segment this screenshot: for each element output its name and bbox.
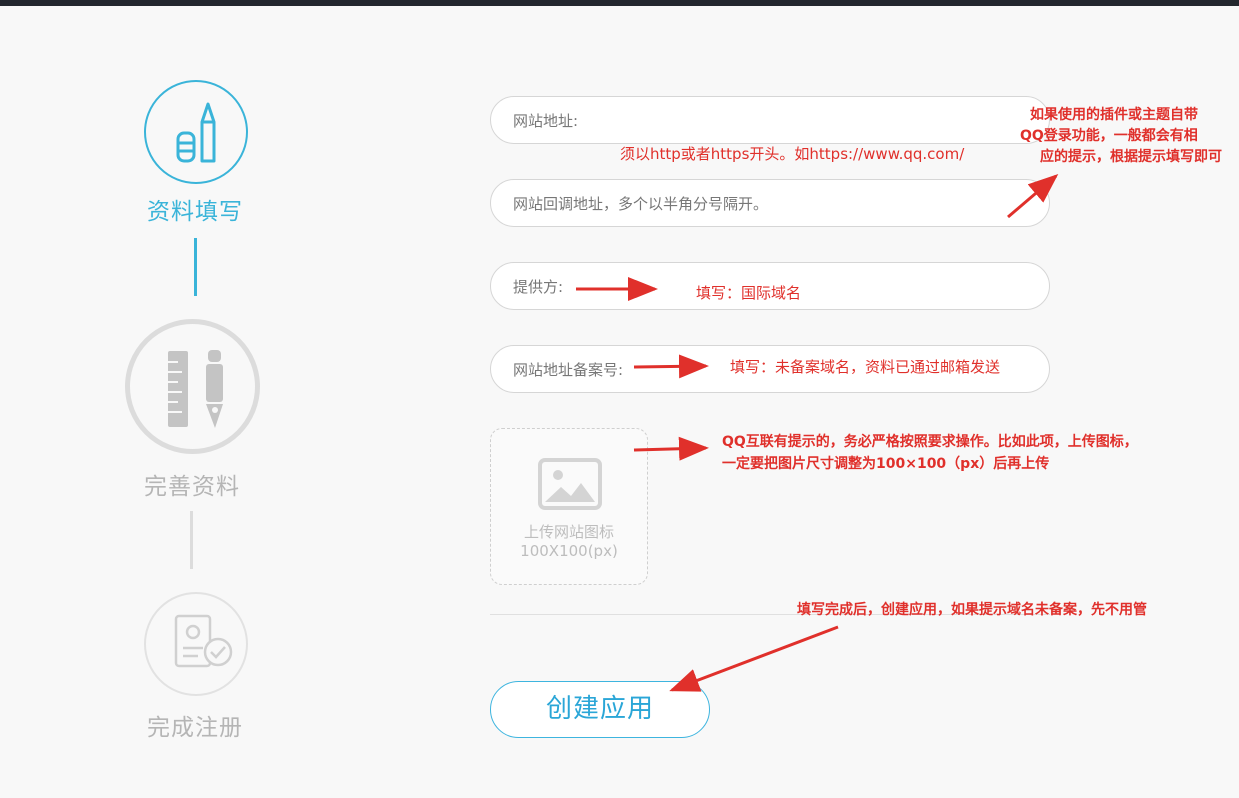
plugin-hint-line-1: 如果使用的插件或主题自带 <box>1030 107 1198 123</box>
website-url-placeholder: 网站地址: <box>513 112 579 130</box>
plugin-hint-line-3: 应的提示，根据提示填写即可 <box>1040 149 1222 165</box>
upload-label: 上传网站图标 <box>523 523 614 541</box>
provider-hint: 填写：国际域名 <box>696 284 802 302</box>
upload-size-label: 100X100(px) <box>520 542 618 560</box>
step-connector-1 <box>194 238 197 296</box>
step-2-circle <box>125 319 260 454</box>
callback-url-placeholder: 网站回调地址，多个以半角分号隔开。 <box>513 195 769 213</box>
icp-number-placeholder: 网站地址备案号: <box>513 361 624 379</box>
ruler-pen-icon <box>168 350 223 428</box>
provider-placeholder: 提供方: <box>513 278 564 296</box>
upload-icon-box[interactable]: 上传网站图标 100X100(px) <box>490 428 648 585</box>
step-2-label: 完善资料 <box>144 474 240 500</box>
step-3-label: 完成注册 <box>147 715 243 741</box>
upload-hint-line-1: QQ互联有提示的，务必严格按照要求操作。比如此项，上传图标， <box>722 434 1138 450</box>
step-connector-2 <box>190 511 193 569</box>
arrow-create <box>669 625 839 692</box>
upload-hint-line-2: 一定要把图片尺寸调整为100×100（px）后再上传 <box>722 456 1050 472</box>
plugin-hint-line-2: QQ登录功能，一般都会有相 <box>1020 128 1198 144</box>
create-app-button[interactable]: 创建应用 <box>490 681 710 738</box>
step-1-label: 资料填写 <box>147 199 243 225</box>
website-url-hint: 须以http或者https开头。如https://www.qq.com/ <box>620 145 965 163</box>
step-1-circle <box>144 80 248 184</box>
document-check-icon <box>174 614 233 668</box>
create-hint: 填写完成后，创建应用，如果提示域名未备案，先不用管 <box>797 602 1147 618</box>
callback-url-input[interactable]: 网站回调地址，多个以半角分号隔开。 <box>490 179 1050 227</box>
icp-hint: 填写：未备案域名，资料已通过邮箱发送 <box>730 358 1001 376</box>
step-3-circle <box>144 592 248 696</box>
window-top-bar <box>0 0 1239 6</box>
image-icon <box>538 458 602 510</box>
website-url-input[interactable]: 网站地址: <box>490 96 1050 144</box>
pencil-eraser-icon <box>176 102 216 163</box>
